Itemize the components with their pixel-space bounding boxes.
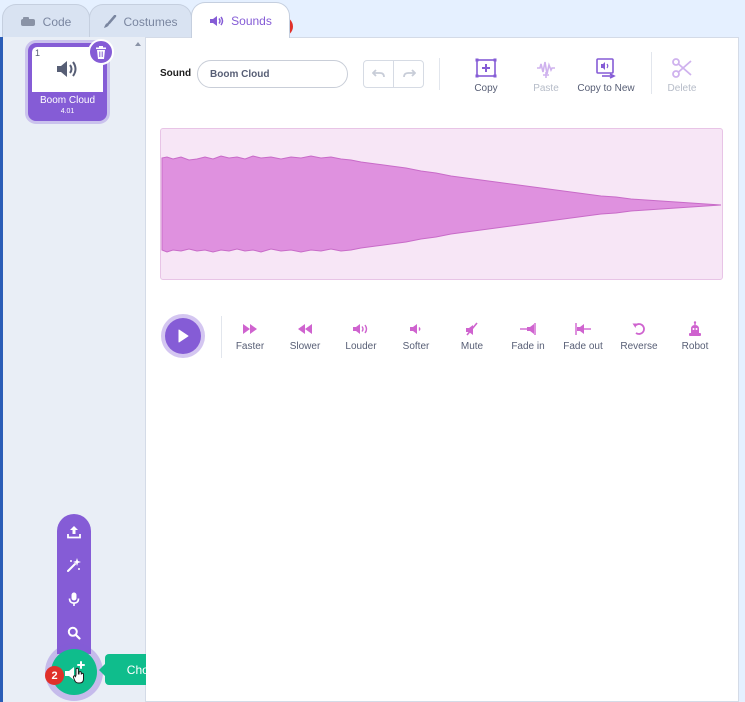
sound-list-item[interactable]: 1 Boom Cloud 4.01	[28, 39, 114, 121]
undo-icon	[371, 69, 385, 78]
delete-label: Delete	[667, 83, 697, 94]
waveform	[161, 155, 722, 253]
effect-mute-label: Mute	[460, 341, 484, 352]
step-badge-2: 2	[45, 666, 64, 685]
effect-robot-label: Robot	[681, 341, 709, 352]
tab-sounds-label: Sounds	[231, 13, 272, 28]
copy-to-new-button[interactable]: Copy to New	[571, 57, 641, 94]
tab-code-label: Code	[42, 14, 72, 29]
speaker-icon	[210, 15, 224, 26]
effect-softer-label: Softer	[402, 341, 430, 352]
surprise-sound-button[interactable]	[65, 556, 83, 574]
reverse-icon	[632, 323, 645, 335]
editor-tabs: Code Costumes Sounds	[0, 0, 745, 38]
sound-item-name: Boom Cloud	[39, 95, 96, 106]
scissors-icon	[672, 58, 692, 78]
effect-robot-button[interactable]: Robot	[667, 320, 723, 352]
fade-in-icon	[520, 323, 536, 335]
play-sound-button[interactable]	[165, 318, 201, 354]
effect-slower-label: Slower	[289, 341, 321, 352]
code-icon	[20, 16, 35, 26]
effect-fade-in-label: Fade in	[511, 341, 545, 352]
effect-softer-button[interactable]: Softer	[388, 320, 444, 352]
sound-name-input[interactable]	[197, 60, 348, 88]
copy-to-new-icon	[596, 58, 616, 79]
undo-redo-group	[363, 60, 424, 88]
toolbar-divider	[439, 58, 440, 90]
effect-mute-button[interactable]: Mute	[444, 320, 500, 352]
trash-icon	[96, 45, 106, 59]
upload-sound-button[interactable]	[65, 523, 83, 541]
waveform-display[interactable]	[160, 128, 723, 280]
effect-louder-label: Louder	[345, 341, 377, 352]
undo-button[interactable]	[364, 61, 393, 87]
sound-list-scrollbar[interactable]	[131, 37, 145, 702]
copy-to-new-label: Copy to New	[577, 83, 635, 94]
paste-icon	[537, 61, 555, 78]
play-icon	[178, 329, 189, 343]
surprise-icon	[67, 558, 81, 572]
sound-index: 1	[35, 48, 41, 58]
record-sound-button[interactable]	[65, 590, 83, 608]
effect-slower-button[interactable]: Slower	[277, 320, 333, 352]
effect-reverse-button[interactable]: Reverse	[611, 320, 667, 352]
slower-icon	[298, 324, 312, 334]
upload-icon	[67, 526, 81, 539]
add-sound-icon	[65, 661, 85, 684]
add-sound-menu	[57, 514, 91, 654]
effect-fade-out-label: Fade out	[563, 341, 603, 352]
sound-name-label: Sound	[160, 68, 192, 79]
effect-fade-out-button[interactable]: Fade out	[555, 320, 611, 352]
redo-icon	[402, 69, 416, 78]
tab-code[interactable]: Code	[2, 4, 90, 38]
tab-sounds[interactable]: Sounds	[191, 2, 290, 38]
effect-louder-button[interactable]: Louder	[333, 320, 389, 352]
robot-icon	[689, 321, 701, 336]
softer-icon	[410, 324, 421, 334]
speaker-icon	[57, 61, 77, 77]
microphone-icon	[68, 592, 80, 606]
search-icon	[67, 626, 81, 640]
fade-out-icon	[575, 323, 591, 335]
search-sound-button[interactable]	[65, 624, 83, 642]
faster-icon	[243, 324, 257, 334]
redo-button[interactable]	[393, 61, 423, 87]
scroll-up-arrow[interactable]	[135, 42, 141, 46]
louder-icon	[353, 324, 368, 334]
effect-faster-button[interactable]: Faster	[222, 320, 278, 352]
sound-item-duration: 4.01	[60, 108, 75, 115]
effect-reverse-label: Reverse	[620, 341, 658, 352]
delete-sound-button[interactable]	[88, 39, 114, 65]
panel-edge	[0, 37, 3, 702]
brush-icon	[104, 14, 117, 28]
tab-costumes[interactable]: Costumes	[89, 4, 192, 38]
effect-faster-label: Faster	[235, 341, 265, 352]
effect-fade-in-button[interactable]: Fade in	[500, 320, 556, 352]
delete-button[interactable]: Delete	[647, 57, 717, 94]
mute-icon	[466, 322, 478, 336]
tab-costumes-label: Costumes	[123, 14, 178, 29]
copy-icon	[475, 58, 497, 78]
